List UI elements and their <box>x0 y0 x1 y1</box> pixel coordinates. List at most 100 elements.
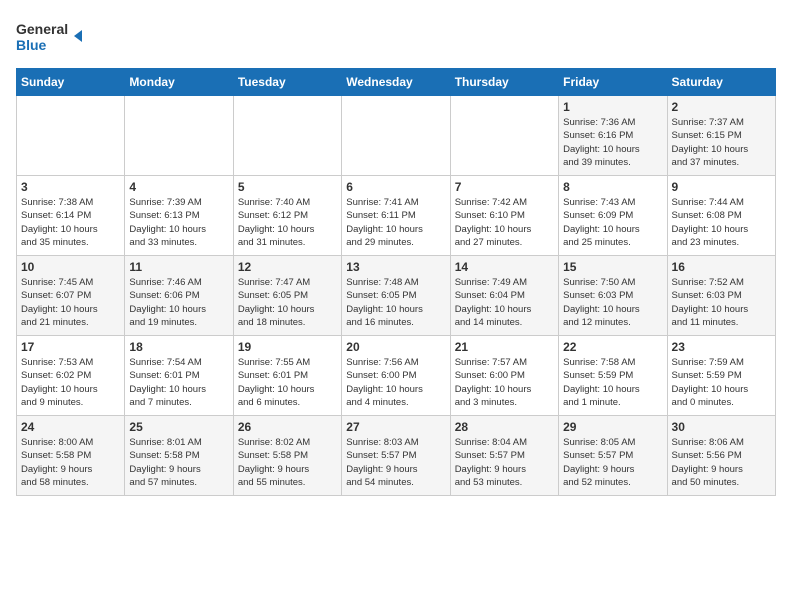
calendar-cell: 11Sunrise: 7:46 AM Sunset: 6:06 PM Dayli… <box>125 256 233 336</box>
day-info: Sunrise: 8:01 AM Sunset: 5:58 PM Dayligh… <box>129 436 228 489</box>
day-number: 1 <box>563 100 662 114</box>
svg-text:Blue: Blue <box>16 37 47 53</box>
calendar-cell: 16 Sunrise: 7:52 AM Sunset: 6:03 PM Dayli… <box>667 256 775 336</box>
calendar-cell: 5 Sunrise: 7:40 AM Sunset: 6:12 PM Daylig… <box>233 176 341 256</box>
day-number: 25 <box>129 420 228 434</box>
day-number: 3 <box>21 180 120 194</box>
day-info: Sunrise: 7:53 AM Sunset: 6:02 PM Dayligh… <box>21 356 120 409</box>
day-number: 10 <box>21 260 120 274</box>
page-header: GeneralBlue <box>16 16 776 56</box>
day-info: Sunrise: 8:02 AM Sunset: 5:58 PM Dayligh… <box>238 436 337 489</box>
calendar-cell: 4 Sunrise: 7:39 AM Sunset: 6:13 PM Daylig… <box>125 176 233 256</box>
calendar-week-4: 24 Sunrise: 8:00 AM Sunset: 5:58 PM Dayli… <box>17 416 776 496</box>
day-info: Sunrise: 7:40 AM Sunset: 6:12 PM Dayligh… <box>238 196 337 249</box>
day-info: Sunrise: 8:04 AM Sunset: 5:57 PM Dayligh… <box>455 436 554 489</box>
calendar-cell: 18 Sunrise: 7:54 AM Sunset: 6:01 PM Dayli… <box>125 336 233 416</box>
calendar-cell <box>342 96 450 176</box>
calendar-cell: 1 Sunrise: 7:36 AM Sunset: 6:16 PM Daylig… <box>559 96 667 176</box>
day-info: Sunrise: 7:47 AM Sunset: 6:05 PM Dayligh… <box>238 276 337 329</box>
day-number: 14 <box>455 260 554 274</box>
day-number: 17 <box>21 340 120 354</box>
calendar-cell: 27 Sunrise: 8:03 AM Sunset: 5:57 PM Dayli… <box>342 416 450 496</box>
calendar-cell: 24 Sunrise: 8:00 AM Sunset: 5:58 PM Dayli… <box>17 416 125 496</box>
day-info: Sunrise: 7:49 AM Sunset: 6:04 PM Dayligh… <box>455 276 554 329</box>
calendar-cell: 9Sunrise: 7:44 AM Sunset: 6:08 PM Daylig… <box>667 176 775 256</box>
svg-text:General: General <box>16 21 68 37</box>
day-info: Sunrise: 7:41 AM Sunset: 6:11 PM Dayligh… <box>346 196 445 249</box>
day-number: 19 <box>238 340 337 354</box>
day-number: 5 <box>238 180 337 194</box>
calendar-header: SundayMondayTuesdayWednesdayThursdayFrid… <box>17 69 776 96</box>
logo-svg: GeneralBlue <box>16 16 88 56</box>
calendar-cell <box>17 96 125 176</box>
day-info: Sunrise: 7:38 AM Sunset: 6:14 PM Dayligh… <box>21 196 120 249</box>
calendar-cell: 20Sunrise: 7:56 AM Sunset: 6:00 PM Dayli… <box>342 336 450 416</box>
calendar-cell: 8Sunrise: 7:43 AM Sunset: 6:09 PM Daylig… <box>559 176 667 256</box>
day-number: 15 <box>563 260 662 274</box>
calendar-cell: 7Sunrise: 7:42 AM Sunset: 6:10 PM Daylig… <box>450 176 558 256</box>
day-info: Sunrise: 8:00 AM Sunset: 5:58 PM Dayligh… <box>21 436 120 489</box>
day-number: 12 <box>238 260 337 274</box>
day-info: Sunrise: 7:44 AM Sunset: 6:08 PM Dayligh… <box>672 196 771 249</box>
calendar-cell: 2Sunrise: 7:37 AM Sunset: 6:15 PM Daylig… <box>667 96 775 176</box>
day-info: Sunrise: 7:45 AM Sunset: 6:07 PM Dayligh… <box>21 276 120 329</box>
day-number: 24 <box>21 420 120 434</box>
day-info: Sunrise: 7:43 AM Sunset: 6:09 PM Dayligh… <box>563 196 662 249</box>
weekday-header-sunday: Sunday <box>17 69 125 96</box>
day-info: Sunrise: 7:59 AM Sunset: 5:59 PM Dayligh… <box>672 356 771 409</box>
day-number: 13 <box>346 260 445 274</box>
calendar-cell: 29 Sunrise: 8:05 AM Sunset: 5:57 PM Dayli… <box>559 416 667 496</box>
weekday-header-tuesday: Tuesday <box>233 69 341 96</box>
day-number: 23 <box>672 340 771 354</box>
day-info: Sunrise: 7:54 AM Sunset: 6:01 PM Dayligh… <box>129 356 228 409</box>
day-number: 16 <box>672 260 771 274</box>
day-info: Sunrise: 7:52 AM Sunset: 6:03 PM Dayligh… <box>672 276 771 329</box>
day-info: Sunrise: 7:36 AM Sunset: 6:16 PM Dayligh… <box>563 116 662 169</box>
logo: GeneralBlue <box>16 16 88 56</box>
calendar-cell: 22 Sunrise: 7:58 AM Sunset: 5:59 PM Dayli… <box>559 336 667 416</box>
calendar-cell: 21Sunrise: 7:57 AM Sunset: 6:00 PM Dayli… <box>450 336 558 416</box>
calendar-week-2: 10 Sunrise: 7:45 AM Sunset: 6:07 PM Dayli… <box>17 256 776 336</box>
day-number: 18 <box>129 340 228 354</box>
calendar-cell: 25 Sunrise: 8:01 AM Sunset: 5:58 PM Dayli… <box>125 416 233 496</box>
weekday-header-saturday: Saturday <box>667 69 775 96</box>
calendar-week-0: 1 Sunrise: 7:36 AM Sunset: 6:16 PM Daylig… <box>17 96 776 176</box>
weekday-header-wednesday: Wednesday <box>342 69 450 96</box>
calendar-cell: 13 Sunrise: 7:48 AM Sunset: 6:05 PM Dayli… <box>342 256 450 336</box>
day-info: Sunrise: 7:50 AM Sunset: 6:03 PM Dayligh… <box>563 276 662 329</box>
calendar-cell <box>125 96 233 176</box>
weekday-header-friday: Friday <box>559 69 667 96</box>
day-number: 6 <box>346 180 445 194</box>
day-info: Sunrise: 7:39 AM Sunset: 6:13 PM Dayligh… <box>129 196 228 249</box>
day-number: 30 <box>672 420 771 434</box>
calendar-cell: 19 Sunrise: 7:55 AM Sunset: 6:01 PM Dayli… <box>233 336 341 416</box>
day-number: 29 <box>563 420 662 434</box>
day-info: Sunrise: 7:57 AM Sunset: 6:00 PM Dayligh… <box>455 356 554 409</box>
calendar-cell: 3 Sunrise: 7:38 AM Sunset: 6:14 PM Daylig… <box>17 176 125 256</box>
day-info: Sunrise: 7:37 AM Sunset: 6:15 PM Dayligh… <box>672 116 771 169</box>
day-info: Sunrise: 8:06 AM Sunset: 5:56 PM Dayligh… <box>672 436 771 489</box>
day-number: 28 <box>455 420 554 434</box>
day-info: Sunrise: 7:46 AM Sunset: 6:06 PM Dayligh… <box>129 276 228 329</box>
weekday-header-thursday: Thursday <box>450 69 558 96</box>
day-info: Sunrise: 7:58 AM Sunset: 5:59 PM Dayligh… <box>563 356 662 409</box>
day-number: 4 <box>129 180 228 194</box>
day-info: Sunrise: 8:03 AM Sunset: 5:57 PM Dayligh… <box>346 436 445 489</box>
calendar-cell: 28 Sunrise: 8:04 AM Sunset: 5:57 PM Dayli… <box>450 416 558 496</box>
day-number: 20 <box>346 340 445 354</box>
day-number: 22 <box>563 340 662 354</box>
calendar-week-3: 17 Sunrise: 7:53 AM Sunset: 6:02 PM Dayli… <box>17 336 776 416</box>
calendar-cell: 14 Sunrise: 7:49 AM Sunset: 6:04 PM Dayli… <box>450 256 558 336</box>
calendar-cell: 17 Sunrise: 7:53 AM Sunset: 6:02 PM Dayli… <box>17 336 125 416</box>
day-info: Sunrise: 7:55 AM Sunset: 6:01 PM Dayligh… <box>238 356 337 409</box>
calendar-week-1: 3 Sunrise: 7:38 AM Sunset: 6:14 PM Daylig… <box>17 176 776 256</box>
calendar-body: 1 Sunrise: 7:36 AM Sunset: 6:16 PM Daylig… <box>17 96 776 496</box>
calendar-table: SundayMondayTuesdayWednesdayThursdayFrid… <box>16 68 776 496</box>
calendar-cell: 26Sunrise: 8:02 AM Sunset: 5:58 PM Dayli… <box>233 416 341 496</box>
calendar-cell: 15 Sunrise: 7:50 AM Sunset: 6:03 PM Dayli… <box>559 256 667 336</box>
calendar-cell: 23 Sunrise: 7:59 AM Sunset: 5:59 PM Dayli… <box>667 336 775 416</box>
day-info: Sunrise: 7:48 AM Sunset: 6:05 PM Dayligh… <box>346 276 445 329</box>
day-number: 27 <box>346 420 445 434</box>
calendar-cell: 6 Sunrise: 7:41 AM Sunset: 6:11 PM Daylig… <box>342 176 450 256</box>
day-info: Sunrise: 8:05 AM Sunset: 5:57 PM Dayligh… <box>563 436 662 489</box>
